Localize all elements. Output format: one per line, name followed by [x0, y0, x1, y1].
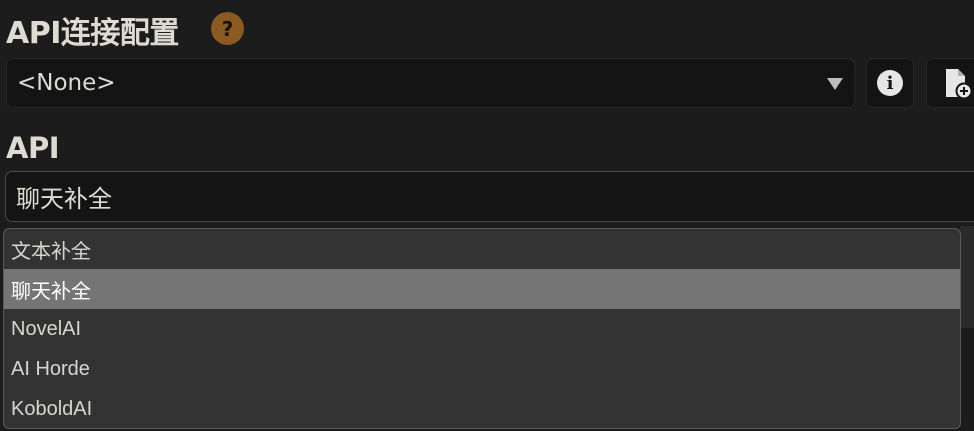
connection-profile-value: <None>: [17, 70, 116, 96]
file-plus-icon: [946, 69, 973, 100]
connection-profile-select[interactable]: <None>: [6, 58, 855, 108]
api-option-ai-horde[interactable]: AI Horde: [4, 349, 960, 389]
api-select[interactable]: 聊天补全: [5, 171, 974, 222]
api-select-value: 聊天补全: [16, 185, 112, 213]
api-option-koboldai[interactable]: KoboldAI: [4, 389, 960, 428]
chevron-down-icon: [827, 78, 843, 90]
connection-profile-title: API连接配置: [6, 16, 179, 51]
help-icon[interactable]: ?: [211, 12, 244, 45]
info-circle-icon: i: [877, 70, 903, 96]
profile-info-button[interactable]: i: [866, 58, 914, 108]
api-option-text-completion[interactable]: 文本补全: [4, 229, 960, 269]
new-profile-button[interactable]: [926, 58, 974, 108]
api-settings-panel: API连接配置 ? <None> i API 聊天补全 文本补全 聊天补全 No…: [0, 0, 974, 431]
underlying-control: [960, 226, 974, 328]
api-option-novelai[interactable]: NovelAI: [4, 309, 960, 349]
api-option-chat-completion[interactable]: 聊天补全: [4, 269, 960, 309]
api-section-title: API: [6, 131, 60, 165]
api-dropdown-list[interactable]: 文本补全 聊天补全 NovelAI AI Horde KoboldAI: [3, 228, 961, 429]
